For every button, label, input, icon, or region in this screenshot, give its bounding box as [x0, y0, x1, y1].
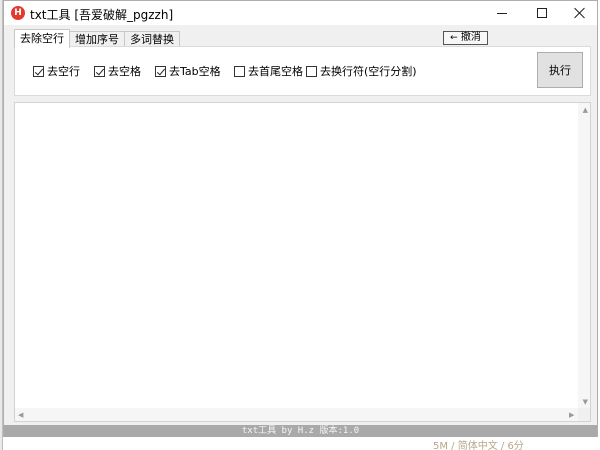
- text-editor[interactable]: ▲ ▼ ◀ ▶: [14, 102, 591, 422]
- window-title: txt工具 [吾爱破解_pgzzh]: [30, 8, 174, 22]
- maximize-button[interactable]: [526, 1, 558, 25]
- tab-remove-empty-lines[interactable]: 去除空行: [14, 29, 70, 48]
- app-icon: H: [11, 6, 25, 20]
- background-fragment-text: 5M / 简体中文 / 6分: [433, 441, 524, 450]
- checkbox[interactable]: [155, 65, 166, 77]
- option-remove-tab-spaces[interactable]: 去Tab空格: [155, 63, 221, 79]
- maximize-icon: [537, 8, 547, 18]
- minimize-button[interactable]: [486, 1, 518, 25]
- undo-button[interactable]: ← 撤消: [443, 31, 488, 45]
- option-remove-spaces[interactable]: 去空格: [94, 63, 141, 79]
- tab-bar: 去除空行 增加序号 多词替换: [14, 29, 180, 48]
- undo-label: 撤消: [460, 32, 481, 43]
- scroll-left-icon[interactable]: ◀: [18, 410, 23, 420]
- app-window: H txt工具 [吾爱破解_pgzzh] 去除空行 增加序号 多词替换 ← 撤消…: [3, 0, 598, 437]
- checkbox[interactable]: [306, 65, 317, 77]
- status-bar: txt工具 by H.z 版本:1.0: [4, 425, 597, 437]
- execute-button[interactable]: 执行: [537, 52, 583, 88]
- option-remove-line-breaks[interactable]: 去换行符(空行分割): [306, 63, 417, 79]
- close-button[interactable]: [564, 1, 596, 25]
- minimize-icon: [497, 12, 507, 14]
- horizontal-scrollbar[interactable]: ◀ ▶: [15, 408, 580, 421]
- option-label: 去空格: [108, 65, 141, 78]
- title-bar[interactable]: H txt工具 [吾爱破解_pgzzh]: [4, 1, 597, 25]
- option-label: 去Tab空格: [169, 65, 221, 78]
- checkbox[interactable]: [94, 65, 105, 77]
- option-label: 去首尾空格: [248, 65, 303, 78]
- scroll-right-icon[interactable]: ▶: [569, 410, 574, 420]
- option-label: 去换行符(空行分割): [320, 65, 417, 78]
- scroll-down-icon[interactable]: ▼: [583, 397, 588, 407]
- vertical-scrollbar[interactable]: ▲ ▼: [578, 103, 590, 409]
- background-fragment: 5M / 简体中文 / 6分: [395, 437, 600, 450]
- scrollbar-corner: [578, 408, 590, 421]
- option-label: 去空行: [47, 65, 80, 78]
- checkbox[interactable]: [33, 65, 44, 77]
- option-remove-empty-lines[interactable]: 去空行: [33, 63, 80, 79]
- option-trim-spaces[interactable]: 去首尾空格: [234, 63, 303, 79]
- close-icon: [574, 7, 586, 19]
- options-panel: 去空行 去空格 去Tab空格 去首尾空格 去换行符(空行分割) 执行: [14, 46, 591, 96]
- checkbox[interactable]: [234, 65, 245, 77]
- arrow-left-icon: ←: [450, 33, 458, 43]
- scroll-up-icon[interactable]: ▲: [583, 105, 588, 115]
